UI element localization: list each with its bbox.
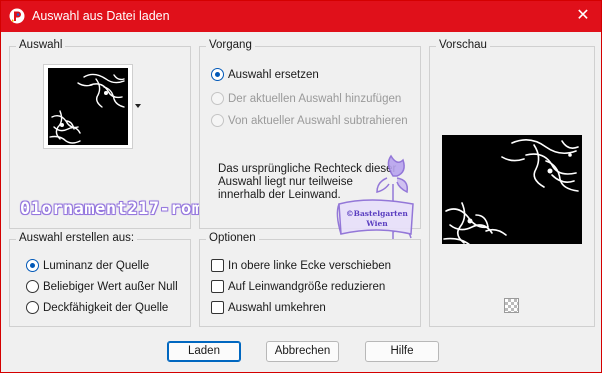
radio-opacity-indicator[interactable] bbox=[26, 301, 39, 314]
radio-subtract-selection[interactable]: Von aktueller Auswahl subtrahieren bbox=[211, 114, 408, 127]
close-button[interactable]: ✕ bbox=[571, 5, 595, 27]
radio-nonzero-label: Beliebiger Wert außer Null bbox=[43, 280, 178, 293]
dialog-window: Auswahl aus Datei laden ✕ Auswahl 01orna… bbox=[0, 0, 602, 373]
radio-subtract-indicator[interactable] bbox=[211, 114, 224, 127]
radio-luminance-indicator[interactable] bbox=[26, 259, 39, 272]
radio-add-selection[interactable]: Der aktuellen Auswahl hinzufügen bbox=[211, 92, 401, 105]
check-reduce-to-canvas-label: Auf Leinwandgröße reduzieren bbox=[228, 280, 386, 293]
radio-nonzero-indicator[interactable] bbox=[26, 280, 39, 293]
load-button[interactable]: Laden bbox=[167, 341, 241, 362]
radio-replace-indicator[interactable] bbox=[211, 68, 224, 81]
watermark-line-2: Wien bbox=[366, 219, 388, 228]
selection-mask-thumbnail[interactable] bbox=[43, 64, 133, 149]
check-move-top-left[interactable]: In obere linke Ecke verschieben bbox=[211, 259, 391, 272]
vorschau-group-label: Vorschau bbox=[436, 39, 490, 51]
check-move-top-left-label: In obere linke Ecke verschieben bbox=[228, 259, 392, 272]
radio-add-indicator[interactable] bbox=[211, 92, 224, 105]
radio-opacity[interactable]: Deckfähigkeit der Quelle bbox=[26, 301, 168, 314]
check-invert-selection-box[interactable] bbox=[211, 301, 224, 314]
check-invert-selection[interactable]: Auswahl umkehren bbox=[211, 301, 326, 314]
window-title: Auswahl aus Datei laden bbox=[32, 9, 170, 23]
title-bar[interactable]: Auswahl aus Datei laden ✕ bbox=[1, 1, 601, 32]
radio-replace-selection[interactable]: Auswahl ersetzen bbox=[211, 68, 319, 81]
auswahl-group-label: Auswahl bbox=[16, 39, 66, 51]
watermark-stamp-text: ©Bastelgarten Wien bbox=[342, 209, 412, 229]
vorgang-group-label: Vorgang bbox=[206, 39, 255, 51]
options-group-label: Optionen bbox=[206, 232, 259, 244]
close-icon: ✕ bbox=[576, 7, 590, 24]
mask-thumbnail-image bbox=[48, 68, 128, 145]
app-icon bbox=[9, 8, 25, 24]
cancel-button[interactable]: Abbrechen bbox=[266, 341, 339, 362]
radio-luminance-label: Luminanz der Quelle bbox=[43, 259, 150, 272]
radio-subtract-label: Von aktueller Auswahl subtrahieren bbox=[228, 114, 408, 127]
radio-nonzero[interactable]: Beliebiger Wert außer Null bbox=[26, 280, 178, 293]
check-invert-selection-label: Auswahl umkehren bbox=[228, 301, 326, 314]
radio-opacity-label: Deckfähigkeit der Quelle bbox=[43, 301, 169, 314]
mask-dropdown-arrow-icon[interactable] bbox=[135, 104, 141, 108]
radio-luminance[interactable]: Luminanz der Quelle bbox=[26, 259, 149, 272]
radio-add-label: Der aktuellen Auswahl hinzufügen bbox=[228, 92, 402, 105]
check-reduce-to-canvas-box[interactable] bbox=[211, 280, 224, 293]
watermark-line-1: ©Bastelgarten bbox=[346, 209, 408, 218]
preview-canvas bbox=[442, 135, 582, 246]
check-move-top-left-box[interactable] bbox=[211, 259, 224, 272]
radio-replace-label: Auswahl ersetzen bbox=[228, 68, 319, 81]
create-from-group-label: Auswahl erstellen aus: bbox=[16, 232, 138, 244]
transparency-toggle-icon[interactable] bbox=[504, 298, 519, 313]
help-button[interactable]: Hilfe bbox=[365, 341, 439, 362]
check-reduce-to-canvas[interactable]: Auf Leinwandgröße reduzieren bbox=[211, 280, 385, 293]
preview-image bbox=[442, 135, 582, 246]
